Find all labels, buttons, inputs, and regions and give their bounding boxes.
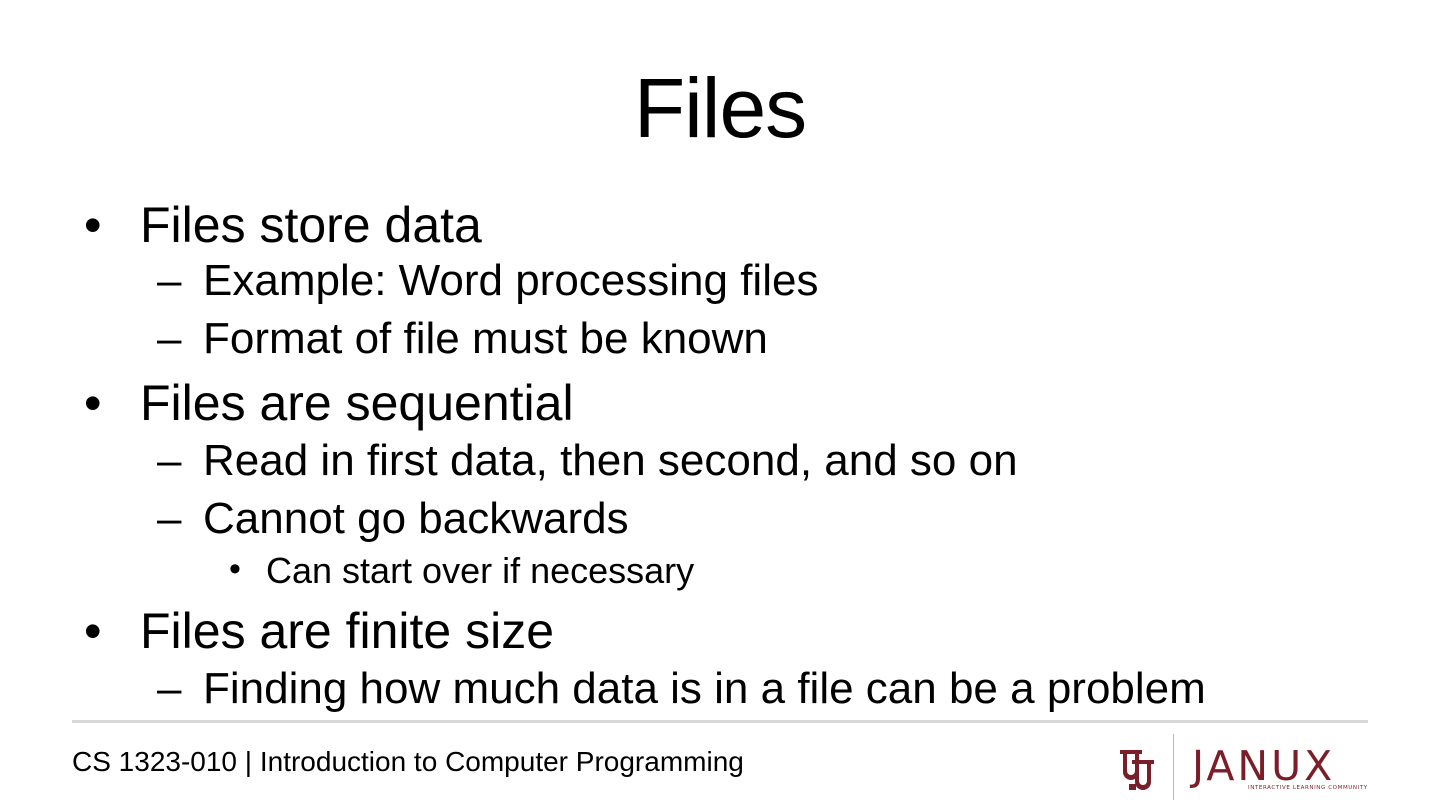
ou-logo-icon <box>1120 750 1154 790</box>
sub-bullet-marker: – <box>157 436 182 485</box>
sub-sub-bullet-text: Can start over if necessary <box>266 550 695 591</box>
sub-bullet-marker: – <box>157 256 182 305</box>
bullet-text: Files store data <box>140 197 482 253</box>
sub-bullet-text: Example: Word processing files <box>203 256 819 305</box>
footer-divider <box>72 720 1368 723</box>
sub-bullet-text: Finding how much data is in a file can b… <box>203 664 1206 713</box>
sub-sub-bullet-marker: • <box>229 550 241 588</box>
sub-bullet-marker: – <box>157 314 182 363</box>
course-footer: CS 1323-010 | Introduction to Computer P… <box>72 746 744 777</box>
janux-wordmark: JANUX <box>1192 742 1336 790</box>
bullet-text: Files are sequential <box>140 375 574 431</box>
sub-bullet-marker: – <box>157 494 182 543</box>
sub-bullet-text: Format of file must be known <box>203 314 768 363</box>
sub-bullet-text: Read in first data, then second, and so … <box>203 436 1018 485</box>
bullet-text: Files are finite size <box>140 603 555 659</box>
sub-bullet-text: Cannot go backwards <box>203 494 629 543</box>
slide-body: • Files store data – Example: Word proce… <box>0 0 1440 720</box>
bullet-marker: • <box>84 197 102 253</box>
logo-divider <box>1173 734 1174 800</box>
janux-tagline: INTERACTIVE LEARNING COMMUNITY <box>1248 785 1368 791</box>
janux-logo: JANUX INTERACTIVE LEARNING COMMUNITY <box>1110 732 1380 802</box>
sub-bullet-marker: – <box>157 664 182 713</box>
bullet-marker: • <box>84 603 102 659</box>
bullet-marker: • <box>84 375 102 431</box>
